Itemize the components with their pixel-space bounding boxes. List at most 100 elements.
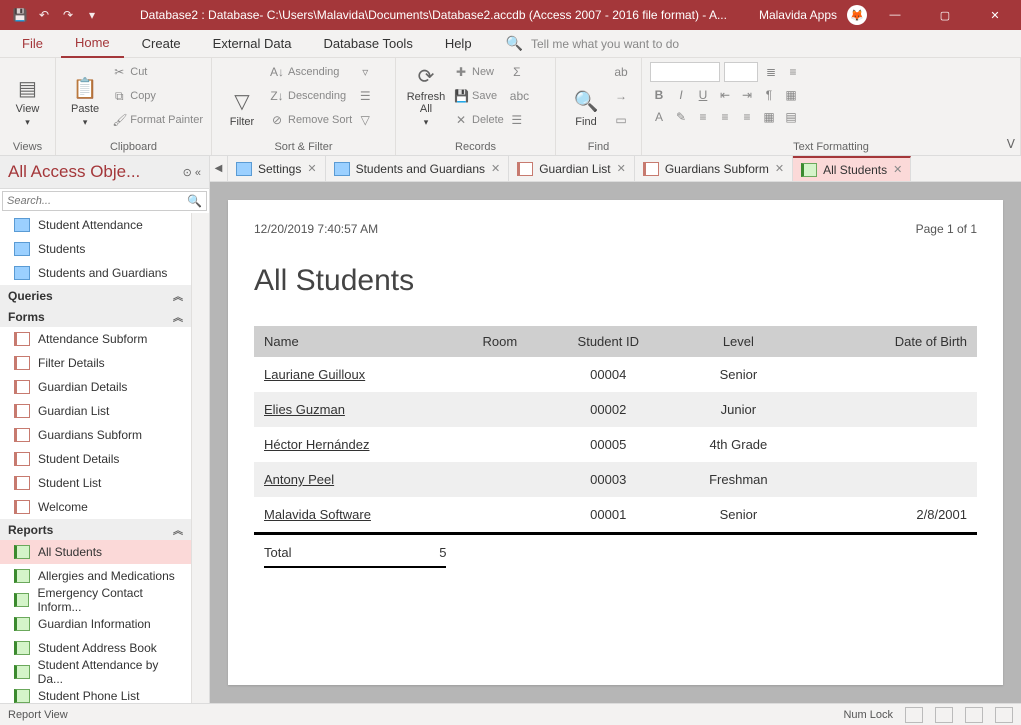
close-tab-icon[interactable]: ✕ [775, 162, 784, 175]
collapse-ribbon-icon[interactable]: ᐯ [1007, 137, 1015, 151]
nav-item-form[interactable]: Filter Details [0, 351, 191, 375]
goto-button[interactable]: → [614, 86, 628, 106]
cell-name[interactable]: Malavida Software [254, 497, 456, 534]
nav-item-report[interactable]: Emergency Contact Inform... [0, 588, 191, 612]
view-design-button[interactable] [995, 707, 1013, 723]
font-size-combo[interactable] [724, 62, 758, 82]
user-avatar[interactable]: 🦊 [847, 5, 867, 25]
alt-row-button[interactable]: ▤ [782, 108, 800, 126]
doc-tab[interactable]: Students and Guardians✕ [326, 156, 510, 181]
find-button[interactable]: 🔍 Find [564, 62, 608, 128]
cell-name[interactable]: Héctor Hernández [254, 427, 456, 462]
nav-item-report[interactable]: Guardian Information [0, 612, 191, 636]
nav-collapse-icon[interactable]: ⊙ « [183, 166, 201, 179]
restore-button[interactable]: ▢ [923, 0, 967, 30]
view-layout-button[interactable] [965, 707, 983, 723]
delete-record-button[interactable]: ✕Delete [454, 110, 504, 130]
bullets-icon[interactable]: ≣ [762, 63, 780, 81]
nav-cat-queries[interactable]: Queries︽ [0, 285, 191, 306]
nav-item-form[interactable]: Guardian Details [0, 375, 191, 399]
nav-item-form[interactable]: Attendance Subform [0, 327, 191, 351]
close-tab-icon[interactable]: ✕ [491, 162, 500, 175]
nav-search[interactable]: 🔍 [2, 191, 207, 211]
nav-item-form[interactable]: Guardian List [0, 399, 191, 423]
nav-item-table[interactable]: Student Attendance [0, 213, 191, 237]
nav-item-table[interactable]: Students [0, 237, 191, 261]
nav-item-table[interactable]: Students and Guardians [0, 261, 191, 285]
remove-sort-button[interactable]: ⊘Remove Sort [270, 110, 352, 130]
document-area[interactable]: 12/20/2019 7:40:57 AM Page 1 of 1 All St… [210, 182, 1021, 703]
table-row[interactable]: Antony Peel00003Freshman [254, 462, 977, 497]
doc-tab[interactable]: Guardians Subform✕ [635, 156, 793, 181]
qat-customize-icon[interactable]: ▾ [84, 7, 100, 23]
align-center-button[interactable]: ≡ [716, 108, 734, 126]
nav-item-report[interactable]: Student Phone List [0, 684, 191, 703]
font-family-combo[interactable] [650, 62, 720, 82]
table-row[interactable]: Lauriane Guilloux00004Senior [254, 357, 977, 392]
nav-item-report[interactable]: All Students [0, 540, 191, 564]
selection-filter-button[interactable]: ▿ [358, 62, 372, 82]
gridlines-button[interactable]: ▦ [782, 86, 800, 104]
tell-me-search[interactable]: 🔍 Tell me what you want to do [506, 35, 680, 52]
advanced-filter-button[interactable]: ☰ [358, 86, 372, 106]
descending-button[interactable]: Z↓Descending [270, 86, 352, 106]
cut-button[interactable]: ✂Cut [112, 62, 203, 82]
indent-inc-button[interactable]: ⇥ [738, 86, 756, 104]
view-print-button[interactable] [935, 707, 953, 723]
refresh-all-button[interactable]: ⟳ Refresh All ▾ [404, 62, 448, 128]
tab-home[interactable]: Home [61, 29, 124, 58]
table-row[interactable]: Malavida Software00001Senior2/8/2001 [254, 497, 977, 534]
view-report-button[interactable] [905, 707, 923, 723]
tab-file[interactable]: File [8, 30, 57, 57]
font-color-button[interactable]: A [650, 108, 668, 126]
tab-help[interactable]: Help [431, 30, 486, 57]
tab-create[interactable]: Create [128, 30, 195, 57]
table-row[interactable]: Héctor Hernández000054th Grade [254, 427, 977, 462]
close-tab-icon[interactable]: ✕ [307, 162, 316, 175]
copy-button[interactable]: ⧉Copy [112, 86, 203, 106]
align-right-button[interactable]: ≡ [738, 108, 756, 126]
toggle-filter-button[interactable]: ▽ [358, 110, 372, 130]
doc-tab[interactable]: All Students✕ [793, 156, 911, 181]
close-tab-icon[interactable]: ✕ [893, 163, 902, 176]
bold-button[interactable]: B [650, 86, 668, 104]
nav-item-form[interactable]: Student Details [0, 447, 191, 471]
nav-item-report[interactable]: Allergies and Medications [0, 564, 191, 588]
nav-scroll[interactable]: Student AttendanceStudentsStudents and G… [0, 213, 191, 703]
nav-item-report[interactable]: Student Attendance by Da... [0, 660, 191, 684]
rtl-button[interactable]: ¶ [760, 86, 778, 104]
nav-header[interactable]: All Access Obje... ⊙ « [0, 156, 209, 189]
italic-button[interactable]: I [672, 86, 690, 104]
close-button[interactable]: ✕ [973, 0, 1017, 30]
replace-button[interactable]: ab [614, 62, 628, 82]
numbering-icon[interactable]: ≡ [784, 63, 802, 81]
view-button[interactable]: ▤ View ▾ [8, 62, 47, 128]
doc-tab[interactable]: Settings✕ [228, 156, 326, 181]
filter-button[interactable]: ▽ Filter [220, 62, 264, 128]
align-left-button[interactable]: ≡ [694, 108, 712, 126]
nav-item-form[interactable]: Student List [0, 471, 191, 495]
cell-name[interactable]: Elies Guzman [254, 392, 456, 427]
format-painter-button[interactable]: 🖌Format Painter [112, 110, 203, 130]
select-button[interactable]: ▭ [614, 110, 628, 130]
paste-button[interactable]: 📋 Paste ▾ [64, 62, 106, 128]
nav-item-form[interactable]: Welcome [0, 495, 191, 519]
tab-database-tools[interactable]: Database Tools [309, 30, 426, 57]
minimize-button[interactable]: — [873, 0, 917, 30]
new-record-button[interactable]: ✚New [454, 62, 504, 82]
nav-cat-reports[interactable]: Reports︽ [0, 519, 191, 540]
cell-name[interactable]: Lauriane Guilloux [254, 357, 456, 392]
ascending-button[interactable]: A↓Ascending [270, 62, 352, 82]
search-icon[interactable]: 🔍 [183, 194, 206, 208]
cell-name[interactable]: Antony Peel [254, 462, 456, 497]
undo-icon[interactable]: ↶ [36, 7, 52, 23]
nav-cat-forms[interactable]: Forms︽ [0, 306, 191, 327]
more-records-button[interactable]: ☰ [510, 110, 524, 130]
spelling-button[interactable]: abc [510, 86, 524, 106]
nav-search-input[interactable] [3, 195, 183, 207]
tab-external-data[interactable]: External Data [199, 30, 306, 57]
doc-tab[interactable]: Guardian List✕ [509, 156, 635, 181]
highlight-button[interactable]: ✎ [672, 108, 690, 126]
indent-dec-button[interactable]: ⇤ [716, 86, 734, 104]
tab-nav-left-button[interactable]: ◀ [210, 156, 228, 182]
